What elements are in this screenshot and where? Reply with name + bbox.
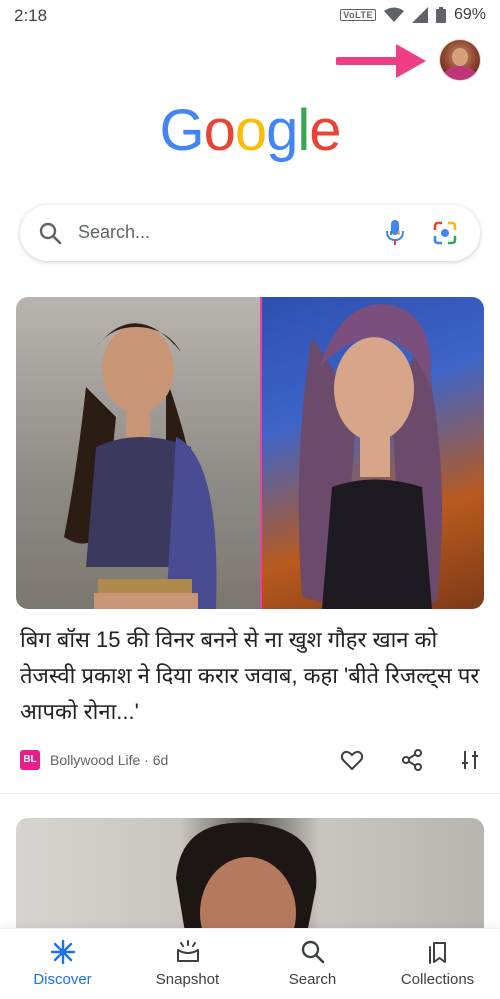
mic-icon[interactable] xyxy=(384,219,406,247)
nav-search-label: Search xyxy=(288,971,337,988)
nav-snapshot-label: Snapshot xyxy=(155,971,220,988)
next-article-portrait xyxy=(176,822,317,938)
google-logo: Google xyxy=(0,100,500,162)
status-bar: 2:18 VoLTE 69% xyxy=(0,0,500,34)
search-icon xyxy=(301,940,324,964)
nav-collections[interactable]: Collections xyxy=(375,929,500,999)
nav-snapshot[interactable]: Snapshot xyxy=(125,929,250,999)
article-image-right xyxy=(262,297,484,609)
portrait-right xyxy=(298,304,442,609)
battery-icon xyxy=(435,7,446,23)
battery-level: 69% xyxy=(453,6,486,23)
avatar-face xyxy=(452,48,468,66)
logo-letter: o xyxy=(203,98,236,163)
nav-discover-label: Discover xyxy=(33,971,92,988)
logo-letter: e xyxy=(309,98,341,163)
account-avatar[interactable] xyxy=(440,40,480,80)
avatar-clothing xyxy=(444,66,476,80)
article-headline[interactable]: बिग बॉस 15 की विनर बनने से ना खुश गौहर ख… xyxy=(20,622,480,730)
status-time: 2:18 xyxy=(14,6,48,25)
discover-icon xyxy=(50,939,75,965)
search-input[interactable]: Search... xyxy=(78,222,150,243)
tune-icon[interactable] xyxy=(458,748,482,772)
logo-letter: o xyxy=(234,98,267,163)
nav-discover[interactable]: Discover xyxy=(0,929,125,999)
volte-badge: VoLTE xyxy=(340,9,376,21)
pointer-arrow-icon xyxy=(336,44,426,78)
logo-letter: g xyxy=(266,98,298,163)
nav-search[interactable]: Search xyxy=(250,929,375,999)
search-bar[interactable]: Search... xyxy=(20,205,480,261)
article-image[interactable] xyxy=(16,297,484,609)
signal-icon xyxy=(411,7,428,23)
heart-icon[interactable] xyxy=(340,748,364,772)
article-source-row: BL Bollywood Life · 6d xyxy=(20,748,480,774)
logo-letter: G xyxy=(159,98,204,163)
logo-letter: l xyxy=(297,98,310,163)
wifi-icon xyxy=(383,7,404,22)
publisher-logo: BL xyxy=(20,750,40,770)
share-icon[interactable] xyxy=(400,748,424,772)
bottom-navigation: Discover Snapshot Search Collections xyxy=(0,928,500,999)
next-article-image[interactable] xyxy=(16,818,484,938)
card-divider xyxy=(0,793,500,794)
snapshot-icon xyxy=(176,940,199,962)
publisher-name: Bollywood Life · 6d xyxy=(50,752,169,768)
lens-icon[interactable] xyxy=(432,220,458,246)
portrait-left xyxy=(64,323,217,609)
article-image-left xyxy=(16,297,260,609)
status-icons: VoLTE 69% xyxy=(340,6,486,24)
nav-collections-label: Collections xyxy=(400,971,475,988)
search-icon xyxy=(39,222,62,245)
collections-icon xyxy=(428,942,446,964)
